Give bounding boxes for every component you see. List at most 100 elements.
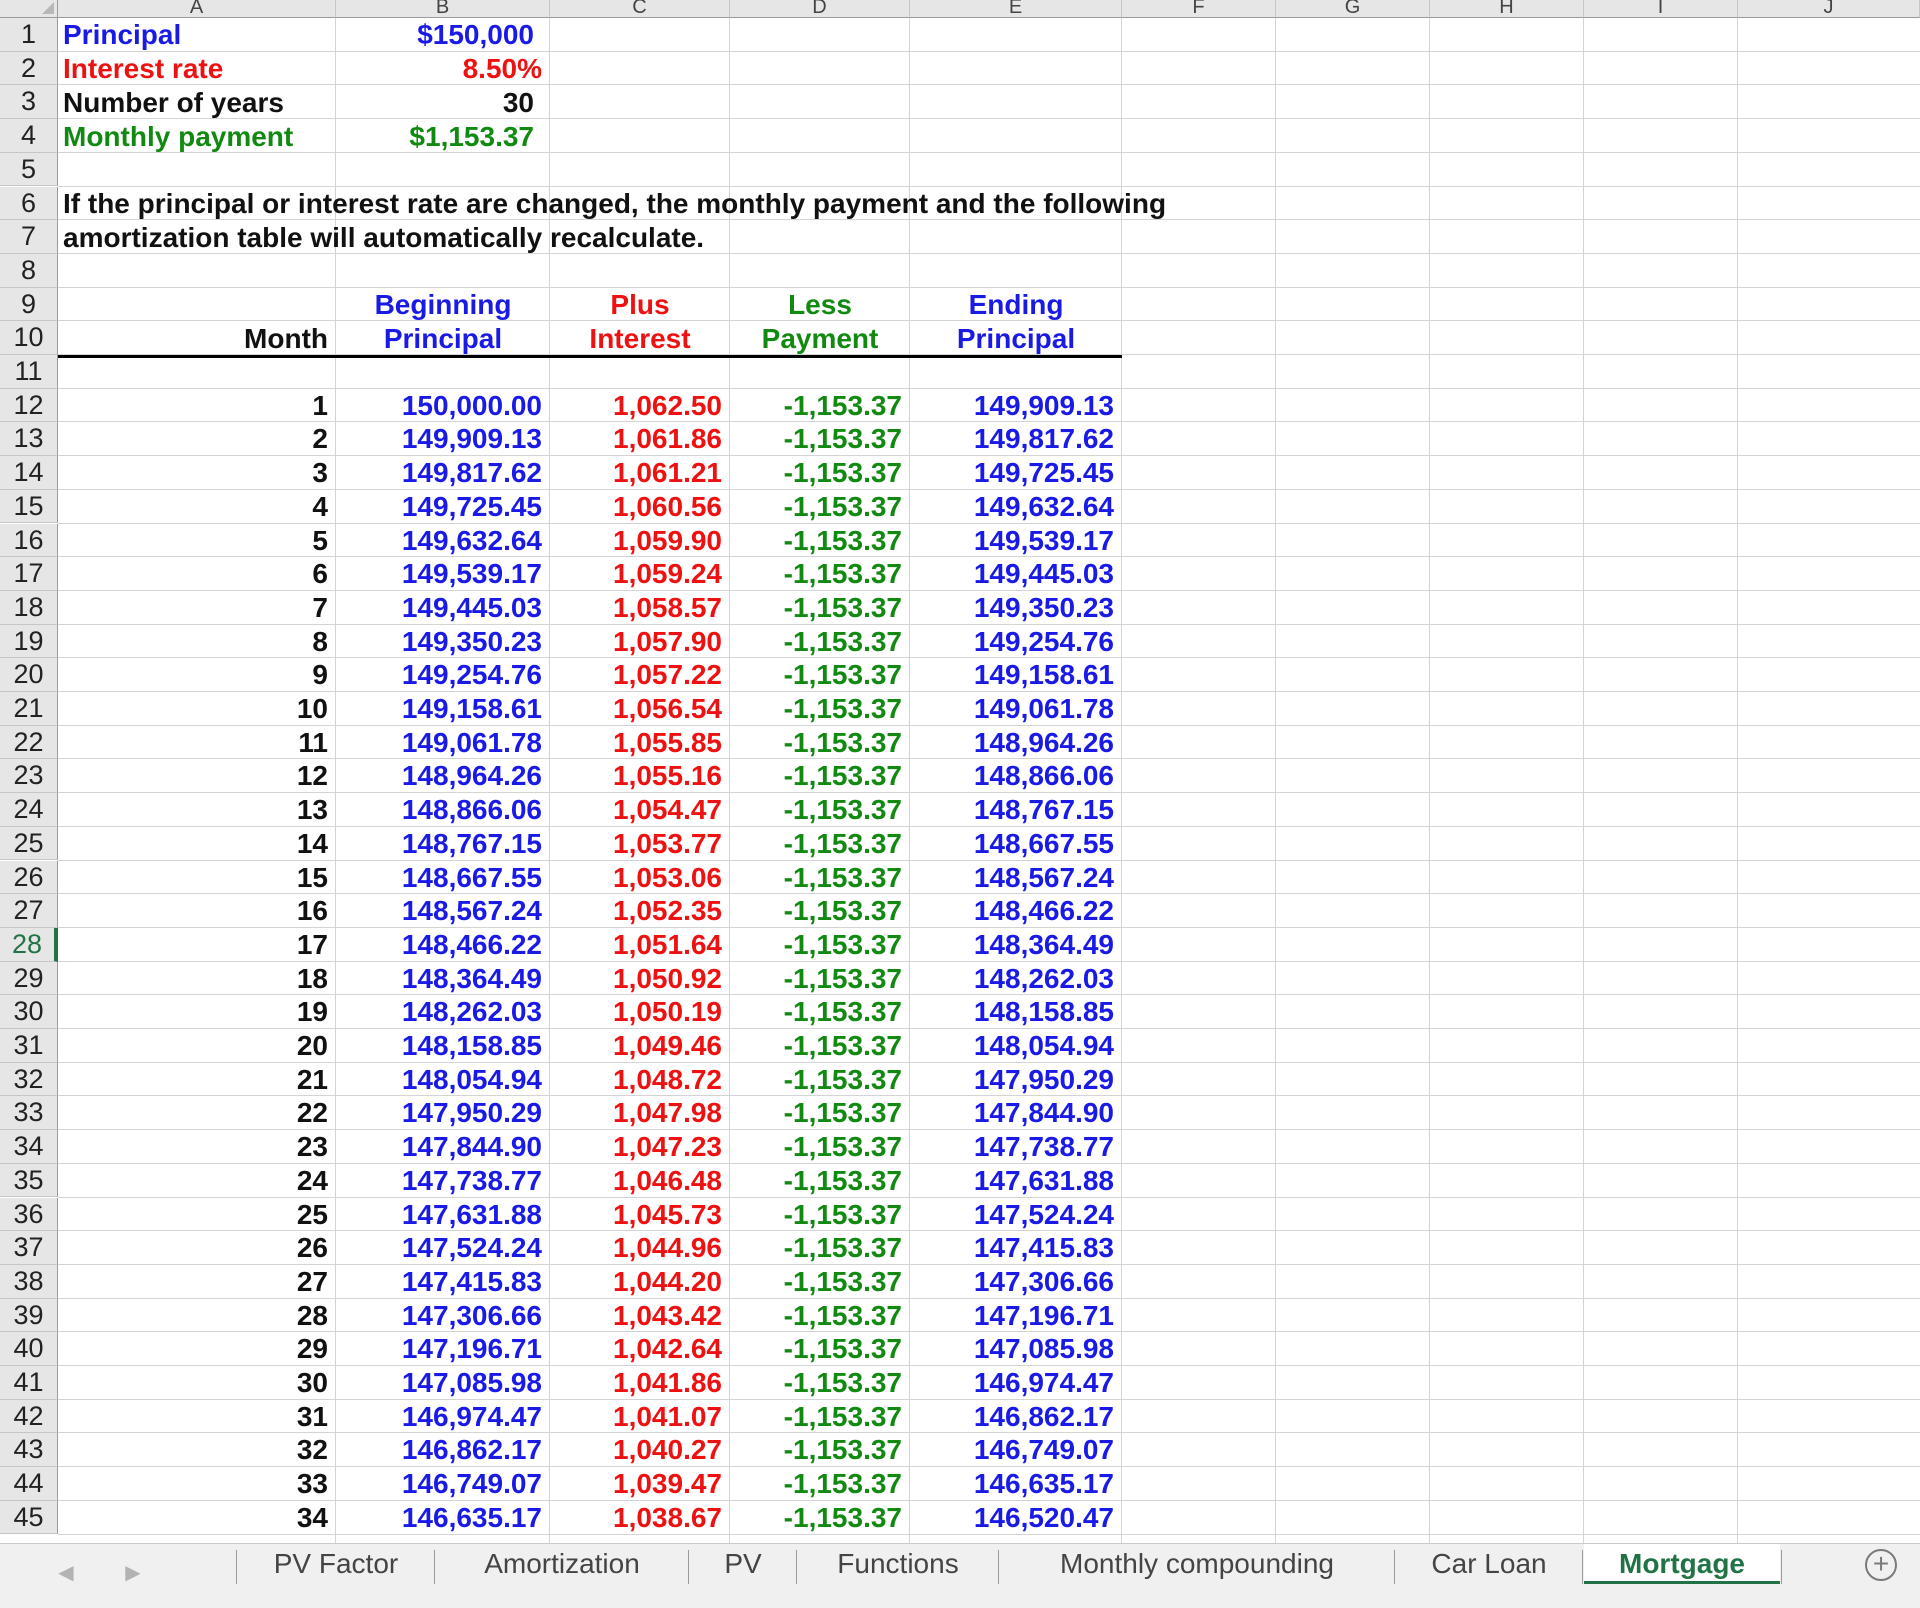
row-header-17[interactable]: 17 [0,557,58,591]
cell-payment[interactable]: -1,153.37 [730,558,902,590]
cell-interest[interactable]: 1,044.96 [550,1232,722,1264]
tab-mortgage[interactable]: Mortgage [1584,1544,1780,1584]
cell-month[interactable]: 26 [58,1232,328,1264]
row-header-33[interactable]: 33 [0,1096,58,1131]
cell-beginning-principal[interactable]: 148,158.85 [336,1030,542,1062]
cell-month[interactable]: 2 [58,423,328,455]
column-header-g[interactable]: G [1276,0,1430,18]
row-header-44[interactable]: 44 [0,1467,58,1501]
month-header[interactable]: Month [58,323,328,355]
cell-beginning-principal[interactable]: 147,844.90 [336,1131,542,1163]
cell-ending-principal[interactable]: 149,445.03 [910,558,1114,590]
cell-ending-principal[interactable]: 147,738.77 [910,1131,1114,1163]
tab-pv-factor[interactable]: PV Factor [238,1544,434,1584]
cell-interest[interactable]: 1,040.27 [550,1434,722,1466]
row-header-40[interactable]: 40 [0,1332,58,1366]
cell-interest[interactable]: 1,058.57 [550,592,722,624]
cell-ending-principal[interactable]: 146,520.47 [910,1502,1114,1534]
row-header-31[interactable]: 31 [0,1029,58,1063]
cell-payment[interactable]: -1,153.37 [730,862,902,894]
cell-ending-principal[interactable]: 148,158.85 [910,996,1114,1028]
cell-ending-principal[interactable]: 148,767.15 [910,794,1114,826]
cell-month[interactable]: 13 [58,794,328,826]
cell-beginning-principal[interactable]: 149,350.23 [336,626,542,658]
cell-interest[interactable]: 1,039.47 [550,1468,722,1500]
cell-month[interactable]: 3 [58,457,328,489]
cell-ending-principal[interactable]: 147,415.83 [910,1232,1114,1264]
payment-header-2[interactable]: Payment [730,323,910,355]
cell-ending-principal[interactable]: 148,567.24 [910,862,1114,894]
cell-payment[interactable]: -1,153.37 [730,760,902,792]
cell-month[interactable]: 29 [58,1333,328,1365]
row-header-2[interactable]: 2 [0,51,58,86]
cell-payment[interactable]: -1,153.37 [730,693,902,725]
ending-principal-header-2[interactable]: Principal [910,323,1122,355]
cell-payment[interactable]: -1,153.37 [730,525,902,557]
row-header-6[interactable]: 6 [0,186,58,221]
years-value[interactable]: 30 [336,87,534,119]
column-header-a[interactable]: A [58,0,336,18]
cell-ending-principal[interactable]: 149,061.78 [910,693,1114,725]
cell-beginning-principal[interactable]: 147,631.88 [336,1199,542,1231]
cell-beginning-principal[interactable]: 148,054.94 [336,1064,542,1096]
cell-ending-principal[interactable]: 147,085.98 [910,1333,1114,1365]
row-header-13[interactable]: 13 [0,422,58,457]
cell-beginning-principal[interactable]: 147,085.98 [336,1367,542,1399]
cell-payment[interactable]: -1,153.37 [730,929,902,961]
cell-ending-principal[interactable]: 146,749.07 [910,1434,1114,1466]
cell-beginning-principal[interactable]: 148,667.55 [336,862,542,894]
cell-payment[interactable]: -1,153.37 [730,626,902,658]
cell-payment[interactable]: -1,153.37 [730,491,902,523]
row-header-14[interactable]: 14 [0,456,58,490]
cell-month[interactable]: 8 [58,626,328,658]
cell-ending-principal[interactable]: 149,539.17 [910,525,1114,557]
cell-month[interactable]: 6 [58,558,328,590]
cell-month[interactable]: 21 [58,1064,328,1096]
spreadsheet-grid[interactable]: ABCDEFGHIJ 1 2 3 4 5 6 7 8 9 10 11 12 13 14 15 16 17 18 19… [0,0,1920,1543]
row-header-32[interactable]: 32 [0,1062,58,1097]
cell-interest[interactable]: 1,044.20 [550,1266,722,1298]
cell-interest[interactable]: 1,057.22 [550,659,722,691]
column-header-f[interactable]: F [1122,0,1276,18]
beginning-principal-header-1[interactable]: Beginning [336,289,550,321]
cell-month[interactable]: 19 [58,996,328,1028]
cell-month[interactable]: 18 [58,963,328,995]
row-header-28[interactable]: 28 [0,927,58,962]
cell-ending-principal[interactable]: 149,350.23 [910,592,1114,624]
row-header-12[interactable]: 12 [0,388,58,423]
cell-payment[interactable]: -1,153.37 [730,1502,902,1534]
cell-payment[interactable]: -1,153.37 [730,1266,902,1298]
row-header-10[interactable]: 10 [0,321,58,355]
cell-ending-principal[interactable]: 148,262.03 [910,963,1114,995]
cell-payment[interactable]: -1,153.37 [730,1300,902,1332]
cell-interest[interactable]: 1,059.24 [550,558,722,590]
cell-interest[interactable]: 1,038.67 [550,1502,722,1534]
cell-ending-principal[interactable]: 147,306.66 [910,1266,1114,1298]
select-all-corner[interactable] [0,0,58,18]
cell-payment[interactable]: -1,153.37 [730,457,902,489]
row-header-15[interactable]: 15 [0,489,58,524]
cell-payment[interactable]: -1,153.37 [730,1064,902,1096]
cell-ending-principal[interactable]: 148,364.49 [910,929,1114,961]
row-header-37[interactable]: 37 [0,1231,58,1265]
interest-header-1[interactable]: Plus [550,289,730,321]
cell-payment[interactable]: -1,153.37 [730,1468,902,1500]
cell-payment[interactable]: -1,153.37 [730,1232,902,1264]
cell-payment[interactable]: -1,153.37 [730,895,902,927]
row-header-4[interactable]: 4 [0,119,58,153]
cell-ending-principal[interactable]: 147,196.71 [910,1300,1114,1332]
cell-beginning-principal[interactable]: 147,196.71 [336,1333,542,1365]
cell-interest[interactable]: 1,050.19 [550,996,722,1028]
cell-beginning-principal[interactable]: 149,817.62 [336,457,542,489]
cell-month[interactable]: 25 [58,1199,328,1231]
tab-pv[interactable]: PV [690,1544,796,1584]
cell-ending-principal[interactable]: 148,964.26 [910,727,1114,759]
cell-month[interactable]: 24 [58,1165,328,1197]
cell-payment[interactable]: -1,153.37 [730,828,902,860]
cell-payment[interactable]: -1,153.37 [730,727,902,759]
cell-payment[interactable]: -1,153.37 [730,1165,902,1197]
cell-month[interactable]: 9 [58,659,328,691]
cell-interest[interactable]: 1,061.86 [550,423,722,455]
principal-value[interactable]: $150,000 [336,19,534,51]
cell-beginning-principal[interactable]: 147,524.24 [336,1232,542,1264]
